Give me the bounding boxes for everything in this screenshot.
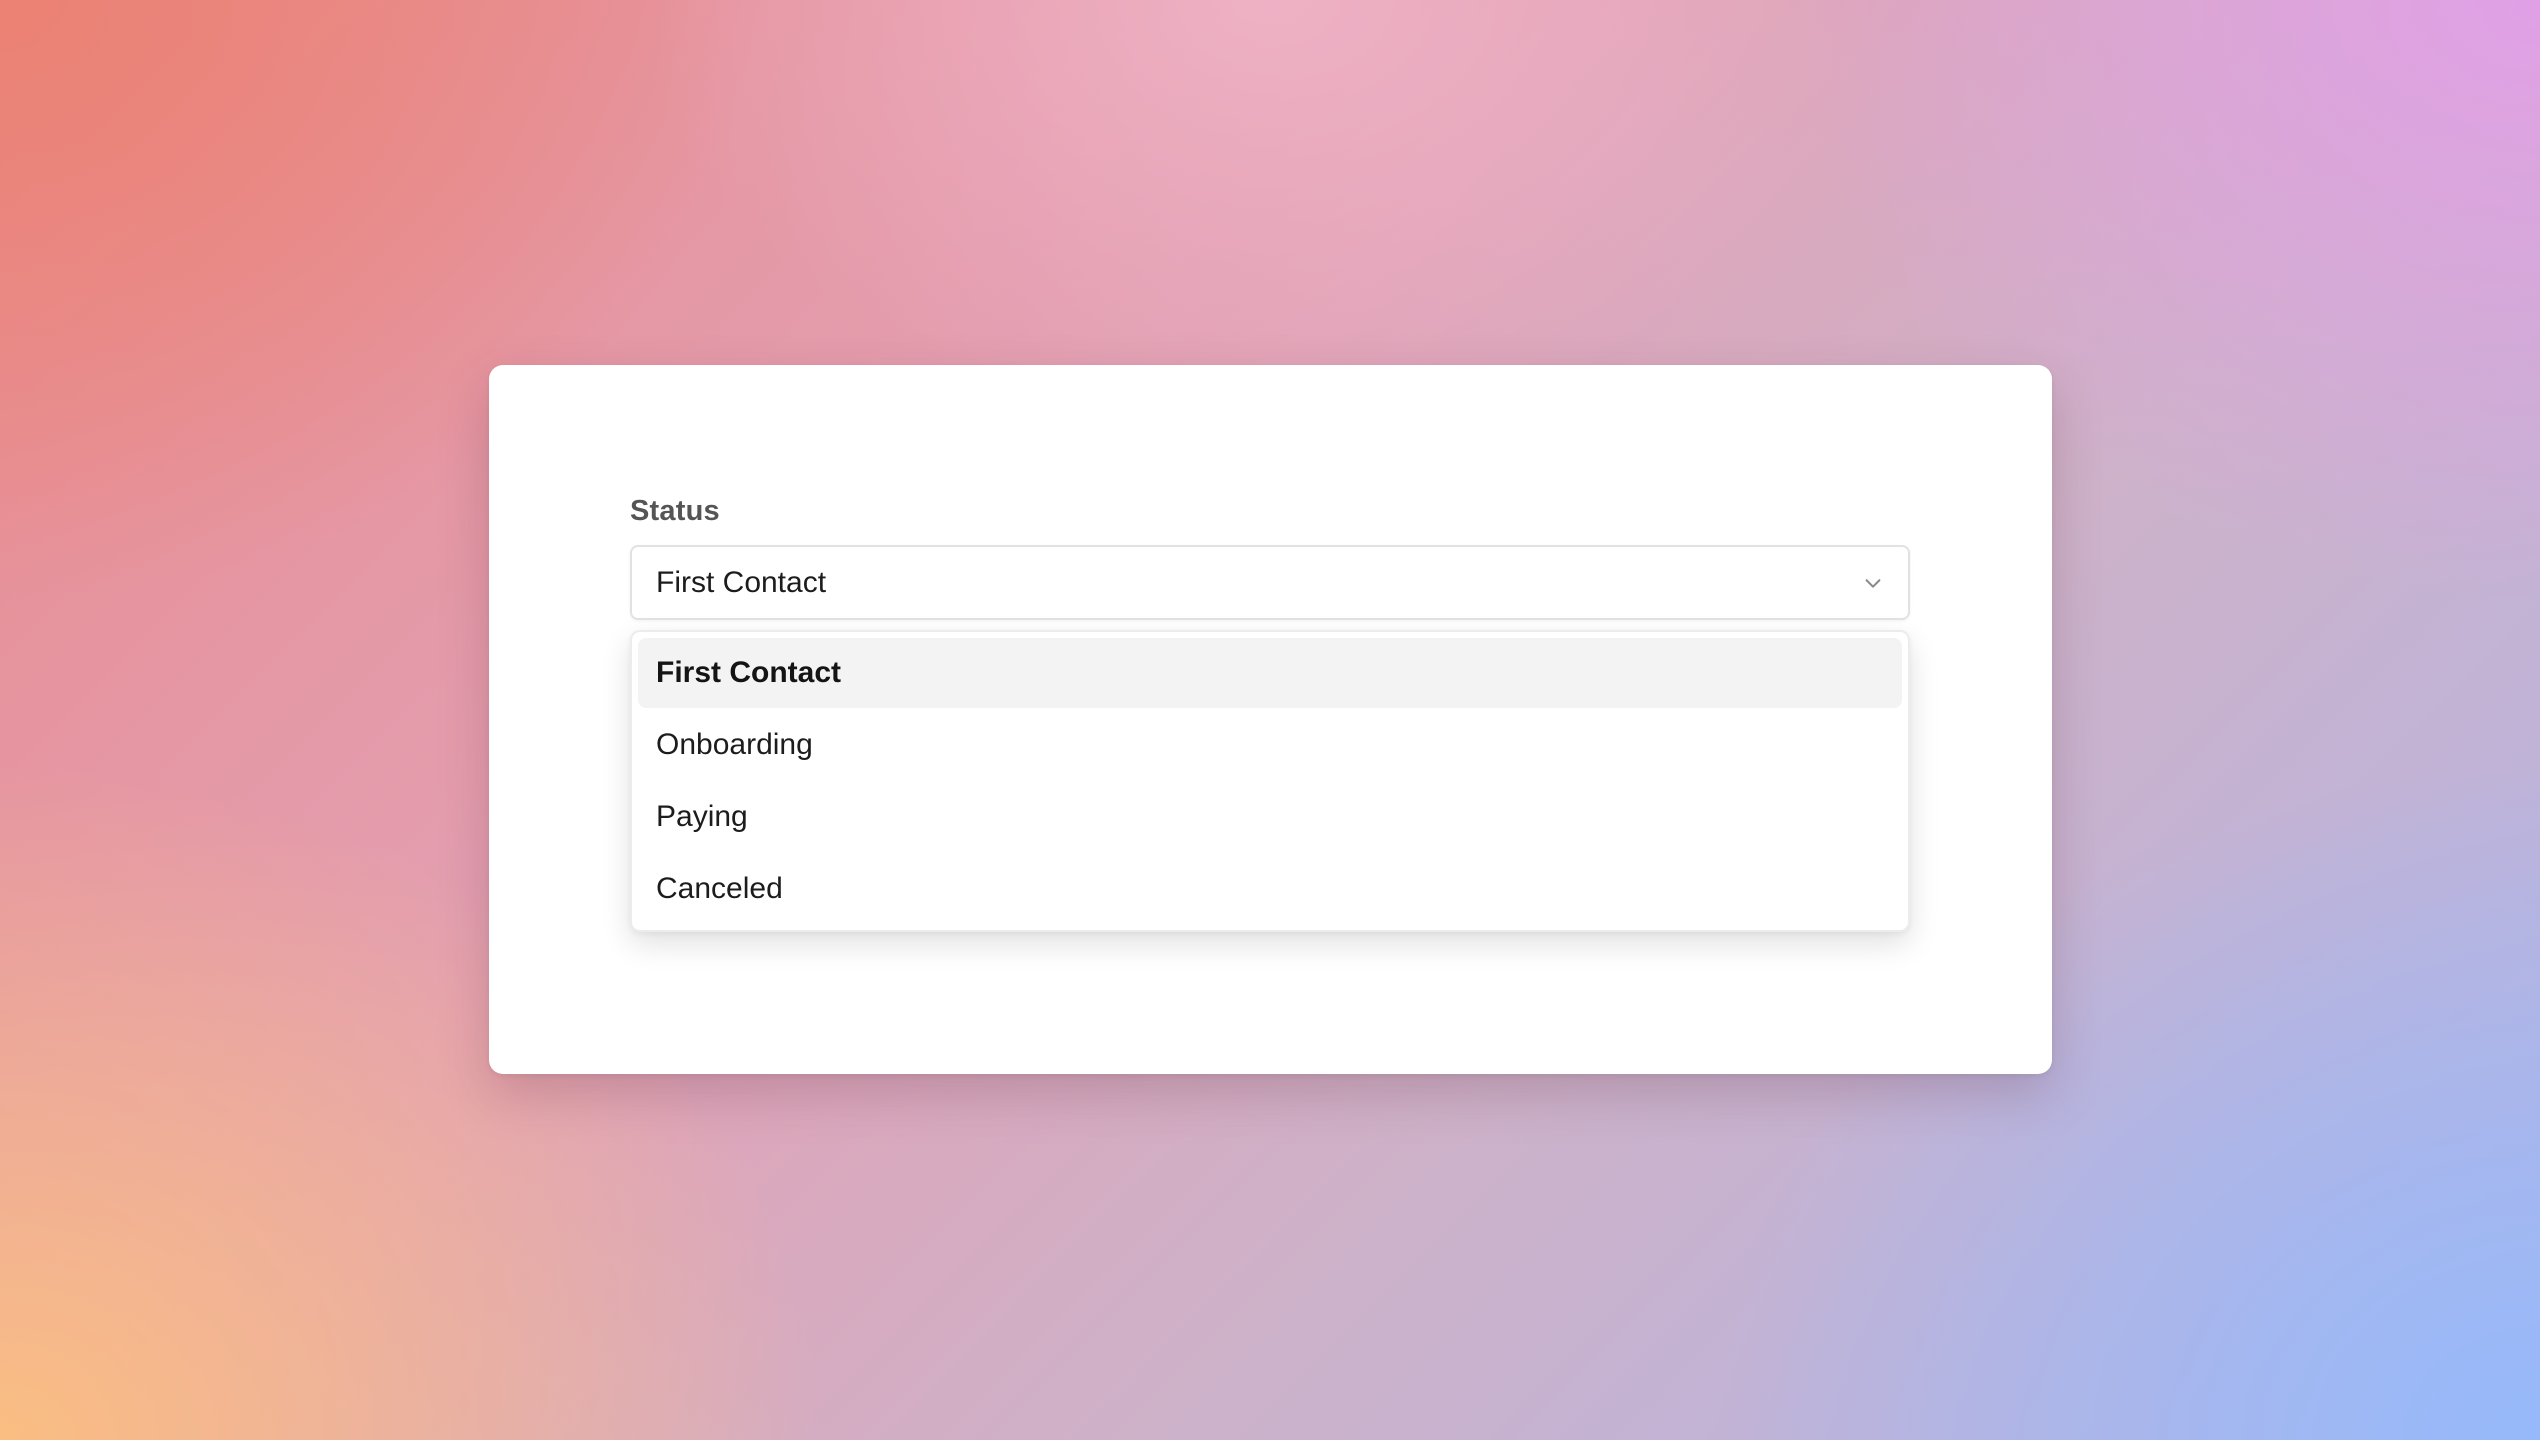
status-dropdown-menu: First Contact Onboarding Paying Canceled	[630, 630, 1910, 932]
option-onboarding[interactable]: Onboarding	[638, 710, 1902, 780]
status-select[interactable]: First Contact	[630, 545, 1910, 620]
option-paying[interactable]: Paying	[638, 782, 1902, 852]
option-first-contact[interactable]: First Contact	[638, 638, 1902, 708]
status-select-value: First Contact	[656, 565, 827, 599]
status-label: Status	[630, 495, 720, 527]
form-card: Status First Contact First Contact Onboa…	[489, 365, 2052, 1074]
option-canceled[interactable]: Canceled	[638, 854, 1902, 924]
chevron-down-icon	[1865, 578, 1881, 588]
